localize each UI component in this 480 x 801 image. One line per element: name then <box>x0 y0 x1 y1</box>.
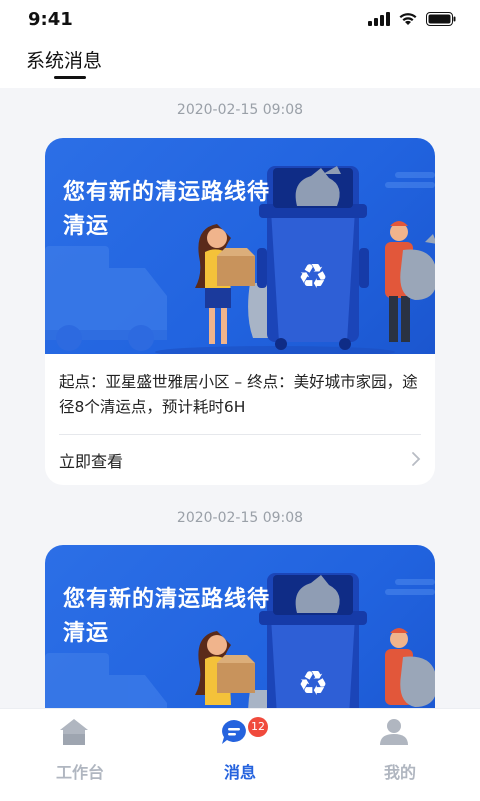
tab-workbench[interactable]: 工作台 <box>0 709 160 801</box>
view-now-link[interactable]: 立即查看 <box>59 435 421 485</box>
chevron-right-icon <box>412 452 421 466</box>
status-time: 9:41 <box>28 9 73 30</box>
header: 系统消息 <box>0 40 480 88</box>
tab-mine[interactable]: 我的 <box>320 709 480 801</box>
active-tab-indicator <box>54 76 86 79</box>
message-description: 起点：亚星盛世雅居小区 – 终点：美好城市家园，途径8个清运点，预计耗时6H <box>59 373 418 416</box>
banner-title: 您有新的清运路线待清运 <box>63 180 271 239</box>
message-card[interactable]: ♻ 您有新的清运路线待清运 <box>45 138 435 485</box>
garbage-truck-illustration: ♻ <box>45 166 435 354</box>
message-feed[interactable]: 2020-02-15 09:08 ♻ 您有新的清运路线待清运 起点：亚星盛世雅居… <box>0 88 480 708</box>
status-icons <box>368 12 456 26</box>
message-timestamp: 2020-02-15 09:08 <box>176 510 304 526</box>
message-banner: ♻ 您有新的清运路线待清运 <box>45 545 435 708</box>
tab-messages[interactable]: 12 消息 <box>160 709 320 801</box>
wifi-icon <box>399 13 417 25</box>
page-title[interactable]: 系统消息 <box>26 46 102 73</box>
svg-text:♻: ♻ <box>298 257 328 297</box>
message-timestamp: 2020-02-15 09:08 <box>176 102 304 118</box>
user-icon <box>380 719 408 745</box>
tab-label: 工作台 <box>55 763 104 782</box>
svg-text:♻: ♻ <box>298 664 328 704</box>
bottom-tab-bar: 工作台 12 消息 我的 <box>0 708 480 801</box>
home-icon <box>60 719 88 745</box>
message-icon <box>222 720 246 744</box>
battery-icon <box>426 12 456 26</box>
message-card[interactable]: ♻ 您有新的清运路线待清运 <box>45 545 435 708</box>
view-now-label: 立即查看 <box>59 452 124 471</box>
status-bar: 9:41 <box>0 0 480 40</box>
signal-icon <box>368 12 390 26</box>
tab-label: 消息 <box>223 763 256 782</box>
banner-title: 您有新的清运路线待清运 <box>63 587 271 646</box>
message-banner: ♻ 您有新的清运路线待清运 <box>45 138 435 354</box>
tab-label: 我的 <box>383 763 416 782</box>
unread-badge: 12 <box>248 717 268 737</box>
